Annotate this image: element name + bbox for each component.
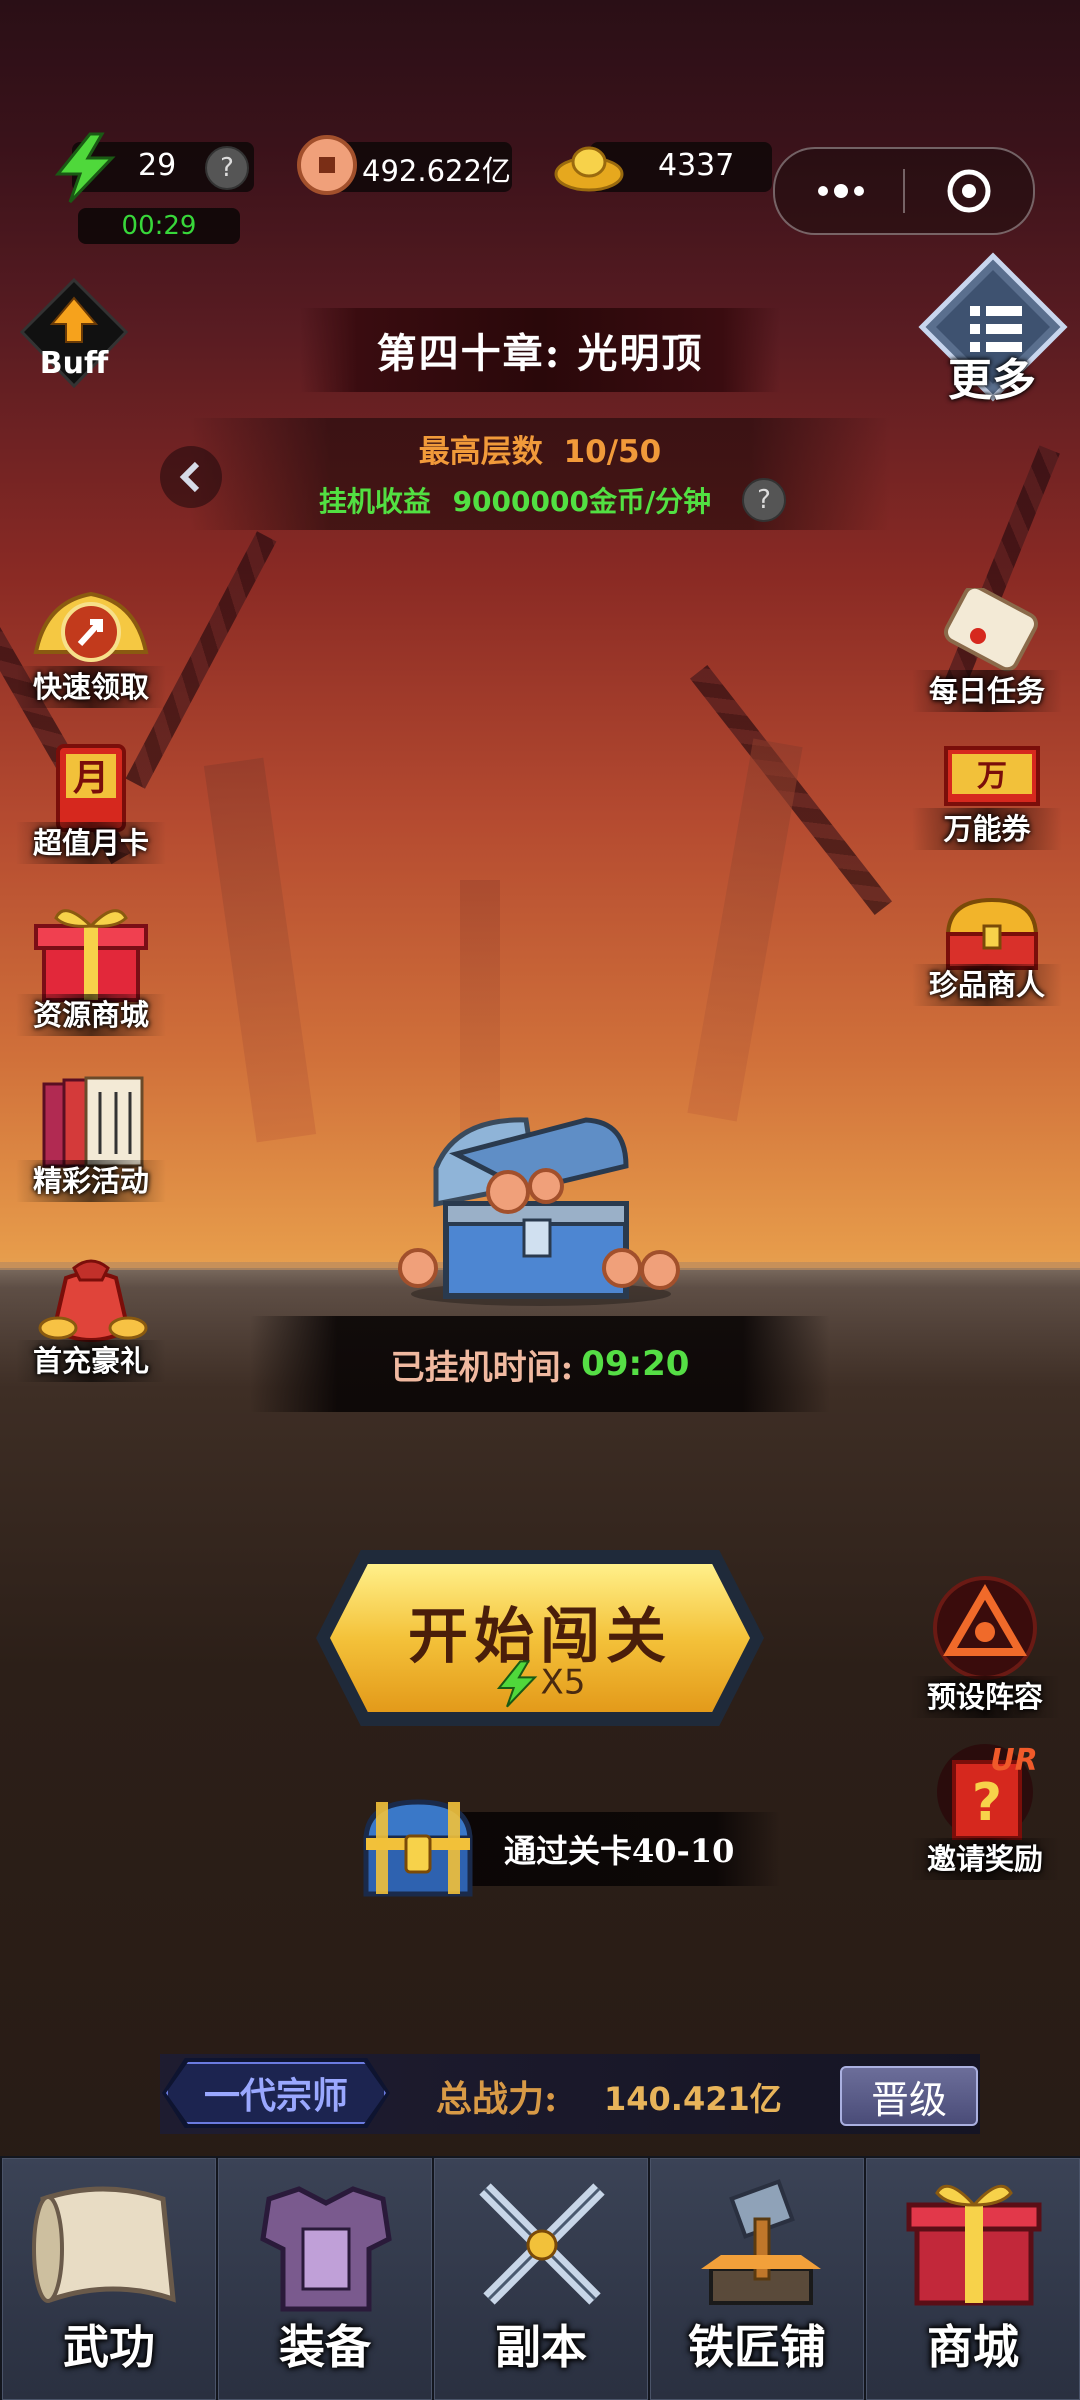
menu-daily-tasks-label: 每日任务 [912,670,1062,712]
tab-equipment-label: 装备 [279,2320,371,2374]
armor-icon [260,2186,392,2312]
tab-shop-label: 商城 [927,2320,1019,2374]
tab-equipment[interactable]: 装备 [218,2158,432,2400]
menu-events-label: 精彩活动 [16,1160,166,1202]
tab-blacksmith[interactable]: 铁匠铺 [650,2158,864,2400]
idle-income: 挂机收益 9000000金币/分钟 [0,480,1030,520]
lightning-icon [54,132,116,204]
floor-label: 最高层数 [418,434,543,470]
scroll-icon [944,584,1038,672]
menu-preset-lineup[interactable]: 预设阵容 [910,1570,1060,1718]
ticket-glyph: 万 [977,759,1007,794]
more-label: 更多 [948,355,1036,406]
energy-help-icon[interactable]: ? [205,146,249,190]
floor-value: 10/50 [563,434,662,470]
ticket-icon: 万 [944,746,1040,806]
chapter-title: 第四十章: 光明顶 [300,308,780,392]
income-help-icon[interactable]: ? [742,478,786,522]
lightning-icon [496,1660,537,1708]
menu-quick-claim-label: 快速领取 [16,666,166,708]
gold-chest-icon [945,897,1039,970]
start-cost-value: X5 [540,1662,586,1703]
mini-program-capsule [773,147,1035,235]
menu-invite-reward[interactable]: ? UR 邀请奖励 [910,1740,1060,1880]
buff-label: Buff [39,346,109,381]
menu-universal-ticket-label: 万能券 [912,808,1062,850]
power-label: 总战力: [436,2078,558,2120]
invite-question-glyph: ? [972,1773,1002,1833]
menu-events[interactable]: 精彩活动 [16,1074,166,1202]
ur-badge: UR [990,1743,1037,1778]
pass-reward-text: 通过关卡40-10 [504,1832,735,1870]
energy-timer: 00:29 [78,208,240,244]
more-dots-icon[interactable] [811,175,871,207]
shop-gift-icon [906,2184,1042,2306]
power-value: 140.421亿 [604,2080,782,2118]
menu-first-recharge-label: 首充豪礼 [16,1340,166,1382]
highest-floor: 最高层数 10/50 [0,426,1080,471]
pillar-decoration [460,880,500,1140]
tab-martial-arts-label: 武功 [63,2320,155,2374]
tab-dungeon-label: 副本 [495,2320,587,2374]
menu-treasure-merchant[interactable]: 珍品商人 [912,896,1062,1006]
lineup-triangle-icon [933,1576,1037,1680]
more-button[interactable]: 更多 [918,252,1068,412]
tab-blacksmith-label: 铁匠铺 [688,2320,826,2374]
start-button-cost: X5 [316,1660,764,1708]
menu-universal-ticket[interactable]: 万 万能券 [912,744,1062,850]
buff-button[interactable]: Buff [18,276,130,390]
capsule-divider [903,169,905,213]
idle-time-label: 已挂机时间: [390,1347,574,1388]
menu-treasure-merchant-label: 珍品商人 [912,964,1062,1006]
idle-time-value: 09:20 [581,1344,690,1384]
menu-resource-shop-label: 资源商城 [16,994,166,1036]
month-card-glyph: 月 [73,758,109,799]
rank-label: 一代宗师 [203,2075,348,2117]
menu-resource-shop[interactable]: 资源商城 [16,898,166,1036]
menu-month-card-label: 超值月卡 [16,822,166,864]
copper-coin-icon [297,135,357,195]
upgrade-button[interactable]: 晋级 [840,2066,978,2126]
menu-month-card[interactable]: 月 超值月卡 [16,738,166,864]
menu-first-recharge[interactable]: 首充豪礼 [16,1250,166,1382]
hammer-anvil-icon [701,2179,821,2305]
idle-income-label: 挂机收益 [318,485,431,518]
rank-badge: 一代宗师 [162,2058,390,2128]
gold-ingot-icon [554,146,624,192]
tab-martial-arts[interactable]: 武功 [2,2158,216,2400]
menu-daily-tasks[interactable]: 每日任务 [912,584,1062,712]
gift-box-icon [34,909,148,1002]
scroll-map-icon [32,2186,176,2303]
idle-time-banner: 已挂机时间: 09:20 [250,1316,830,1412]
energy-value: 29 [138,148,177,183]
menu-quick-claim[interactable]: 快速领取 [16,582,166,708]
start-challenge-button[interactable]: 开始闯关 X5 [316,1550,764,1726]
tab-dungeon[interactable]: 副本 [434,2158,648,2400]
close-target-icon[interactable] [945,167,993,215]
event-book-icon [42,1076,144,1168]
idle-income-value: 9000000金币/分钟 [452,485,712,518]
idle-treasure-chest-icon[interactable] [396,1108,686,1308]
invite-card-icon: ? UR [937,1743,1038,1840]
gold-value: 4337 [658,148,735,183]
menu-invite-reward-label: 邀请奖励 [910,1838,1060,1880]
money-bag-icon [38,1259,148,1342]
reward-chest-icon[interactable] [358,1796,478,1900]
menu-preset-lineup-label: 预设阵容 [910,1676,1060,1718]
copper-value: 492.622亿 [362,154,511,188]
crossed-swords-icon [479,2183,605,2305]
tab-shop[interactable]: 商城 [866,2158,1080,2400]
pass-reward-banner[interactable]: 通过关卡40-10 [460,1812,780,1886]
